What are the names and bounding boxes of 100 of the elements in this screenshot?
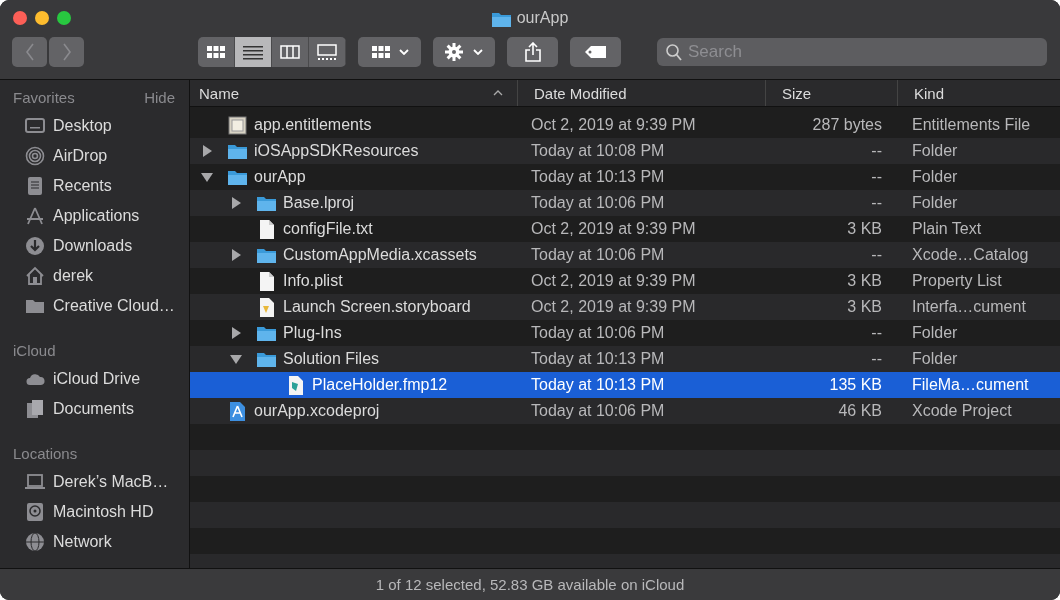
file-size: 287 bytes bbox=[812, 116, 882, 133]
project-file-icon bbox=[228, 401, 247, 421]
column-header[interactable]: Date Modified bbox=[534, 84, 627, 102]
sidebar-item[interactable]: Recents bbox=[53, 175, 112, 197]
sidebar-item[interactable]: Downloads bbox=[53, 235, 133, 257]
file-row[interactable]: app.entitlements Oct 2, 2019 at 9:39 PM 287 bytes Entitlements File bbox=[190, 112, 1060, 138]
action-button[interactable] bbox=[433, 37, 495, 67]
sidebar-item[interactable]: Derek’s MacB… bbox=[53, 471, 169, 493]
zoom-button[interactable] bbox=[57, 11, 71, 25]
sidebar-item[interactable]: Desktop bbox=[53, 115, 112, 137]
date-modified: Today at 10:13 PM bbox=[531, 350, 665, 367]
section-heading: iCloud bbox=[13, 341, 56, 359]
file-row[interactable]: configFile.txt Oct 2, 2019 at 9:39 PM 3 KB Plain Text bbox=[190, 216, 1060, 242]
sidebar-item[interactable]: Applications bbox=[53, 205, 140, 227]
date-modified: Oct 2, 2019 at 9:39 PM bbox=[531, 298, 696, 315]
sort-chevron-icon bbox=[493, 90, 503, 96]
hide-link[interactable]: Hide bbox=[144, 88, 175, 106]
file-name: app.entitlements bbox=[254, 116, 372, 134]
file-kind: Plain Text bbox=[912, 220, 982, 237]
file-row[interactable]: PlaceHolder.fmp12 Today at 10:13 PM 135 KB FileMa…cument bbox=[190, 372, 1060, 398]
tag-icon bbox=[584, 46, 607, 58]
file-row[interactable]: ourApp.xcodeproj Today at 10:06 PM 46 KB Xcode Project bbox=[190, 398, 1060, 424]
minimize-button[interactable] bbox=[35, 11, 49, 25]
file-size: -- bbox=[871, 194, 882, 211]
share-icon bbox=[524, 42, 541, 62]
file-row[interactable]: CustomAppMedia.xcassets Today at 10:06 PM -- Xcode…Catalog bbox=[190, 242, 1060, 268]
caret-icon bbox=[398, 49, 409, 55]
section-heading: Locations bbox=[13, 444, 78, 462]
file-kind: Interfa…cument bbox=[912, 298, 1026, 315]
laptop-icon bbox=[25, 472, 45, 492]
file-kind: Property List bbox=[912, 272, 1002, 289]
disclosure-triangle-icon[interactable] bbox=[230, 197, 242, 209]
date-modified: Today at 10:13 PM bbox=[531, 168, 665, 185]
sidebar-item[interactable]: iCloud Drive bbox=[53, 368, 141, 390]
file-kind: Folder bbox=[912, 194, 958, 211]
file-name: Base.lproj bbox=[283, 194, 355, 212]
file-name: Solution Files bbox=[283, 350, 380, 368]
file-size: -- bbox=[871, 142, 882, 159]
gear-icon bbox=[445, 43, 463, 61]
file-row[interactable]: iOSAppSDKResources Today at 10:08 PM -- Folder bbox=[190, 138, 1060, 164]
file-row[interactable]: Info.plist Oct 2, 2019 at 9:39 PM 3 KB Property List bbox=[190, 268, 1060, 294]
window-title: ourApp bbox=[516, 9, 569, 27]
sidebar-item[interactable]: derek bbox=[53, 265, 94, 287]
date-modified: Oct 2, 2019 at 9:39 PM bbox=[531, 116, 696, 133]
file-size: 3 KB bbox=[847, 272, 882, 289]
file-size: 46 KB bbox=[838, 402, 882, 419]
caret-icon bbox=[473, 49, 483, 55]
view-mode-button[interactable] bbox=[198, 37, 235, 67]
applications-icon bbox=[25, 206, 45, 226]
date-modified: Today at 10:06 PM bbox=[531, 324, 665, 341]
file-row[interactable]: Plug-Ins Today at 10:06 PM -- Folder bbox=[190, 320, 1060, 346]
group-button[interactable] bbox=[358, 37, 421, 67]
chevron-left-icon bbox=[24, 43, 35, 61]
column-header[interactable]: Kind bbox=[914, 84, 945, 102]
certificate-icon bbox=[228, 115, 247, 135]
file-kind: FileMa…cument bbox=[912, 376, 1029, 393]
file-name: PlaceHolder.fmp12 bbox=[312, 376, 448, 394]
file-kind: Folder bbox=[912, 142, 958, 159]
date-modified: Today at 10:06 PM bbox=[531, 246, 665, 263]
file-kind: Folder bbox=[912, 350, 958, 367]
disclosure-triangle-icon[interactable] bbox=[201, 171, 213, 183]
share-button[interactable] bbox=[507, 37, 558, 67]
disclosure-triangle-icon[interactable] bbox=[230, 249, 242, 261]
gallery-icon bbox=[317, 43, 337, 61]
column-header[interactable]: Name bbox=[199, 84, 239, 102]
list-icon bbox=[243, 43, 263, 61]
file-row[interactable]: ourApp Today at 10:13 PM -- Folder bbox=[190, 164, 1060, 190]
file-size: 3 KB bbox=[847, 298, 882, 315]
sidebar-item[interactable]: Creative Cloud… bbox=[53, 295, 175, 317]
sidebar-item[interactable]: Network bbox=[53, 531, 112, 553]
date-modified: Today at 10:13 PM bbox=[531, 376, 665, 393]
tags-button[interactable] bbox=[570, 37, 621, 67]
sidebar-item[interactable]: Documents bbox=[53, 398, 134, 420]
desktop-icon bbox=[25, 116, 45, 136]
disclosure-triangle-icon[interactable] bbox=[201, 145, 213, 157]
column-header[interactable]: Size bbox=[782, 84, 812, 102]
grid-icon bbox=[206, 43, 226, 61]
file-kind: Entitlements File bbox=[912, 116, 1031, 133]
file-name: Launch Screen.storyboard bbox=[283, 298, 471, 316]
file-size: -- bbox=[871, 350, 882, 367]
sidebar-item[interactable]: Macintosh HD bbox=[53, 501, 154, 523]
view-mode-button[interactable] bbox=[309, 37, 346, 67]
view-mode-button[interactable] bbox=[272, 37, 309, 67]
file-row[interactable]: Solution Files Today at 10:13 PM -- Folder bbox=[190, 346, 1060, 372]
file-kind: Xcode Project bbox=[912, 402, 1012, 419]
close-button[interactable] bbox=[13, 11, 27, 25]
recents-icon bbox=[25, 176, 45, 196]
disclosure-triangle-icon[interactable] bbox=[230, 327, 242, 339]
disclosure-triangle-icon[interactable] bbox=[230, 353, 242, 365]
view-mode-button[interactable] bbox=[235, 37, 272, 67]
sidebar-item[interactable]: AirDrop bbox=[53, 145, 108, 167]
file-name: ourApp bbox=[254, 168, 306, 186]
file-name: Info.plist bbox=[283, 272, 343, 290]
file-row[interactable]: Base.lproj Today at 10:06 PM -- Folder bbox=[190, 190, 1060, 216]
columns-icon bbox=[280, 43, 300, 61]
database-document-icon bbox=[286, 375, 305, 395]
chevron-right-icon bbox=[61, 43, 72, 61]
file-row[interactable]: Launch Screen.storyboard Oct 2, 2019 at 9:39 PM 3 KB Interfa…cument bbox=[190, 294, 1060, 320]
file-name: Plug-Ins bbox=[283, 324, 342, 342]
date-modified: Today at 10:06 PM bbox=[531, 194, 665, 211]
